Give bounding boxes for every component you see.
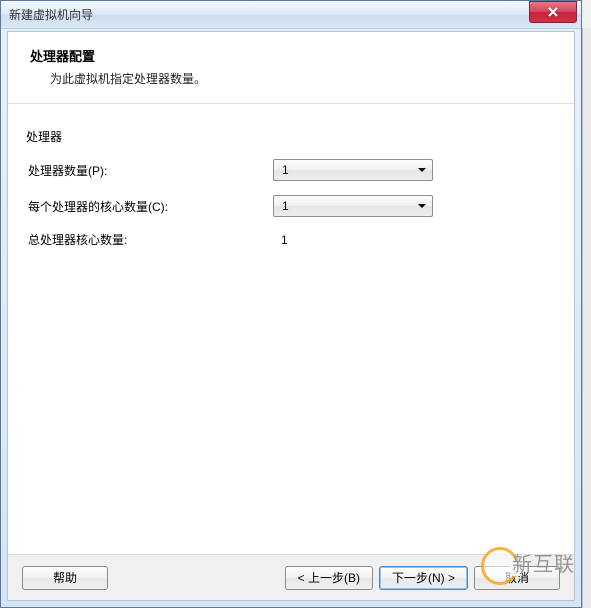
body-section: 处理器 处理器数量(P): 1 每个处理器的核心数量(C): 1 总处理器核心数… bbox=[8, 104, 574, 554]
cores-dropdown[interactable]: 1 bbox=[273, 195, 433, 217]
total-value: 1 bbox=[273, 233, 288, 247]
row-total: 总处理器核心数量: 1 bbox=[26, 231, 556, 248]
page-title: 处理器配置 bbox=[30, 46, 552, 65]
cores-value: 1 bbox=[282, 199, 289, 213]
chevron-down-icon bbox=[418, 168, 426, 172]
chevron-down-icon bbox=[418, 204, 426, 208]
cancel-button[interactable]: 取消 bbox=[474, 566, 560, 590]
window-title: 新建虚拟机向导 bbox=[9, 6, 93, 23]
side-overflow bbox=[582, 28, 591, 608]
close-button[interactable] bbox=[529, 1, 577, 23]
section-label: 处理器 bbox=[26, 128, 556, 145]
back-button[interactable]: < 上一步(B) bbox=[285, 566, 373, 590]
total-label: 总处理器核心数量: bbox=[28, 231, 273, 248]
content-area: 处理器配置 为此虚拟机指定处理器数量。 处理器 处理器数量(P): 1 每个处理… bbox=[7, 31, 575, 601]
row-processors: 处理器数量(P): 1 bbox=[26, 159, 556, 181]
wizard-window: 新建虚拟机向导 处理器配置 为此虚拟机指定处理器数量。 处理器 处理器数量(P)… bbox=[0, 0, 582, 608]
nav-button-group: < 上一步(B) 下一步(N) > 取消 bbox=[285, 566, 560, 590]
processors-label: 处理器数量(P): bbox=[28, 162, 273, 179]
titlebar: 新建虚拟机向导 bbox=[1, 1, 581, 29]
page-subtitle: 为此虚拟机指定处理器数量。 bbox=[30, 70, 552, 87]
footer-section: 帮助 < 上一步(B) 下一步(N) > 取消 bbox=[8, 554, 574, 600]
row-cores: 每个处理器的核心数量(C): 1 bbox=[26, 195, 556, 217]
next-button[interactable]: 下一步(N) > bbox=[379, 566, 468, 590]
processors-dropdown[interactable]: 1 bbox=[273, 159, 433, 181]
close-icon bbox=[547, 7, 559, 17]
processors-value: 1 bbox=[282, 163, 289, 177]
help-button[interactable]: 帮助 bbox=[22, 566, 108, 590]
header-section: 处理器配置 为此虚拟机指定处理器数量。 bbox=[8, 32, 574, 104]
cores-label: 每个处理器的核心数量(C): bbox=[28, 198, 273, 215]
